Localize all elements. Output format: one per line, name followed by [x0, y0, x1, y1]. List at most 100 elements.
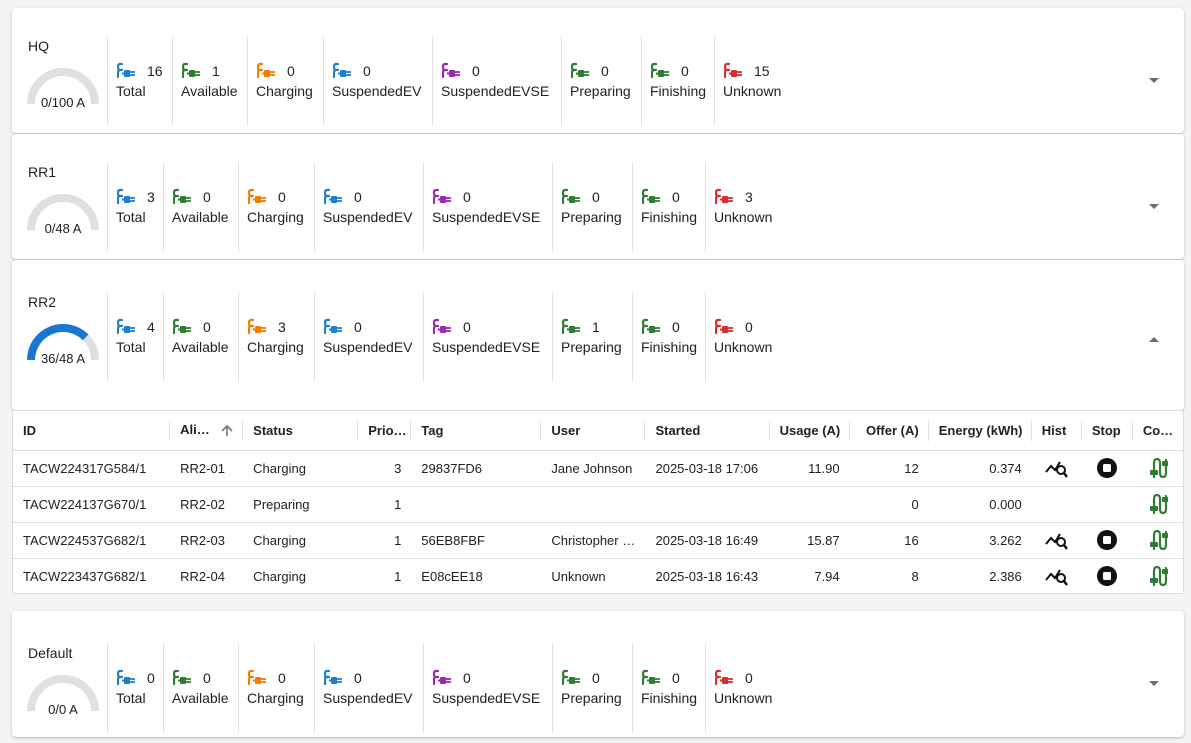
stat-preparing: 0 Preparing: [561, 36, 631, 126]
stat-preparing: 1 Preparing: [552, 292, 622, 382]
stat-charging: 0 Charging: [238, 643, 304, 733]
cell-tag: E08cEE18: [421, 568, 483, 584]
history-chart-icon[interactable]: [1045, 457, 1069, 479]
column-header[interactable]: Stop: [1081, 411, 1133, 451]
stat-count: 1: [212, 63, 220, 79]
group-header[interactable]: Default 0/0 A 0 Total 0 Available 0 Charging 0 Su…: [12, 615, 1184, 741]
cell-id: TACW224317G584/1: [13, 450, 171, 487]
cell-offer: 0: [849, 486, 929, 523]
stat-count: 0: [592, 189, 600, 205]
table-row[interactable]: TACW224317G584/1 RR2-01 Charging 3 29837FD6 J…: [13, 450, 1183, 487]
stat-suspendedevse: 0 SuspendedEVSE: [423, 162, 540, 252]
expand-chevron-icon[interactable]: [1146, 198, 1162, 214]
cell-started: 2025-03-18 16:49: [645, 522, 770, 559]
connector-icon[interactable]: [1148, 529, 1168, 551]
cell-started: [645, 486, 770, 523]
stat-unknown: 15 Unknown: [714, 36, 781, 126]
cell-connector: [1132, 486, 1183, 523]
plug-finishing-icon: [651, 62, 669, 79]
stat-label: Available: [172, 339, 229, 355]
stat-label: Unknown: [723, 83, 782, 99]
stat-count: 16: [147, 63, 163, 79]
group-panel-hq: HQ 0/100 A 16 Total 1 Available 0 Charging 0 Susp…: [12, 8, 1184, 133]
stat-count: 0: [472, 63, 480, 79]
stop-icon[interactable]: [1096, 529, 1118, 551]
stat-count: 0: [681, 63, 689, 79]
expand-chevron-icon[interactable]: [1146, 72, 1162, 88]
column-header[interactable]: Co…: [1132, 411, 1183, 451]
column-header[interactable]: Started: [645, 411, 770, 451]
stop-icon[interactable]: [1096, 565, 1118, 587]
cell-status: Charging: [253, 568, 306, 584]
collapse-chevron-icon[interactable]: [1146, 332, 1162, 348]
stat-count: 3: [278, 319, 286, 335]
history-chart-icon[interactable]: [1045, 529, 1069, 551]
stat-count: 0: [463, 189, 471, 205]
stop-icon[interactable]: [1096, 457, 1118, 479]
column-header[interactable]: Prio…: [358, 411, 412, 451]
stat-available: 0 Available: [163, 292, 229, 382]
cell-started: 2025-03-18 16:43: [655, 568, 759, 584]
stat-unknown: 0 Unknown: [705, 643, 772, 733]
group-name: Default: [28, 645, 73, 661]
column-header[interactable]: Offer (A): [849, 411, 929, 451]
stat-count: 0: [601, 63, 609, 79]
cell-alias: RR2-03: [170, 522, 244, 559]
stat-unknown: 0 Unknown: [705, 292, 772, 382]
gauge-label: 0/100 A: [40, 95, 86, 110]
stat-count: 0: [278, 670, 286, 686]
sort-ascending-icon[interactable]: [220, 424, 234, 438]
group-header[interactable]: HQ 0/100 A 16 Total 1 Available 0 Charging 0 Susp…: [12, 8, 1184, 133]
stat-count: 0: [354, 670, 362, 686]
plug-suspendedevse-icon: [433, 318, 451, 335]
table-row[interactable]: TACW224537G682/1 RR2-03 Charging 1 56EB8FBF C…: [13, 522, 1183, 559]
stat-label: Preparing: [570, 83, 631, 99]
plug-charging-icon: [248, 318, 266, 335]
column-header[interactable]: Tag: [411, 411, 542, 451]
cell-started: 2025-03-18 17:06: [645, 450, 770, 487]
plug-preparing-icon: [562, 669, 580, 686]
table-row[interactable]: TACW224137G670/1 RR2-02 Preparing 1 0 0.000: [13, 486, 1183, 523]
cell-tag: 29837FD6: [411, 450, 542, 487]
stat-finishing: 0 Finishing: [632, 643, 697, 733]
stat-preparing: 0 Preparing: [552, 162, 622, 252]
plug-total-icon: [117, 318, 135, 335]
history-chart-icon[interactable]: [1045, 565, 1069, 587]
stat-available: 0 Available: [163, 643, 229, 733]
plug-preparing-icon: [571, 62, 589, 79]
connector-icon[interactable]: [1148, 493, 1168, 515]
stat-label: SuspendedEV: [332, 83, 422, 99]
cell-user: [541, 486, 646, 523]
expand-chevron-icon[interactable]: [1146, 675, 1162, 691]
column-header[interactable]: Energy (kWh): [928, 411, 1032, 451]
column-header[interactable]: Status: [243, 411, 359, 451]
stat-count: 0: [745, 670, 753, 686]
column-header[interactable]: User: [541, 411, 646, 451]
stat-suspendedevse: 0 SuspendedEVSE: [432, 36, 549, 126]
group-panel-default: Default 0/0 A 0 Total 0 Available 0 Charging 0 Su…: [12, 611, 1184, 737]
column-header[interactable]: Ali…: [170, 411, 244, 451]
stat-finishing: 0 Finishing: [632, 292, 697, 382]
stat-count: 0: [463, 319, 471, 335]
stat-label: Preparing: [561, 690, 622, 706]
group-header[interactable]: RR2 36/48 A 4 Total 0 Available 3 Charging 0 Susp…: [12, 264, 1184, 414]
group-header[interactable]: RR1 0/48 A 3 Total 0 Available 0 Charging 0 Suspe…: [12, 134, 1184, 259]
cell-stop: [1081, 450, 1133, 487]
stat-label: SuspendedEV: [323, 339, 413, 355]
stat-count: 0: [672, 670, 680, 686]
connector-icon[interactable]: [1148, 457, 1168, 479]
plug-total-icon: [117, 669, 135, 686]
plug-finishing-icon: [642, 669, 660, 686]
column-header[interactable]: Usage (A): [769, 411, 850, 451]
cell-connector: [1133, 558, 1183, 594]
column-header[interactable]: ID: [13, 411, 171, 451]
column-header[interactable]: Hist: [1031, 411, 1082, 451]
connector-icon[interactable]: [1148, 565, 1168, 587]
stat-count: 15: [754, 63, 770, 79]
cell-energy: 0.374: [928, 450, 1032, 487]
stat-count: 0: [278, 189, 286, 205]
table-row[interactable]: TACW223437G682/1 RR2-04 Charging 1 E08cEE18 U…: [13, 558, 1183, 594]
cell-energy: 3.262: [928, 522, 1032, 559]
stat-label: SuspendedEV: [323, 209, 413, 225]
stat-label: Available: [181, 83, 238, 99]
